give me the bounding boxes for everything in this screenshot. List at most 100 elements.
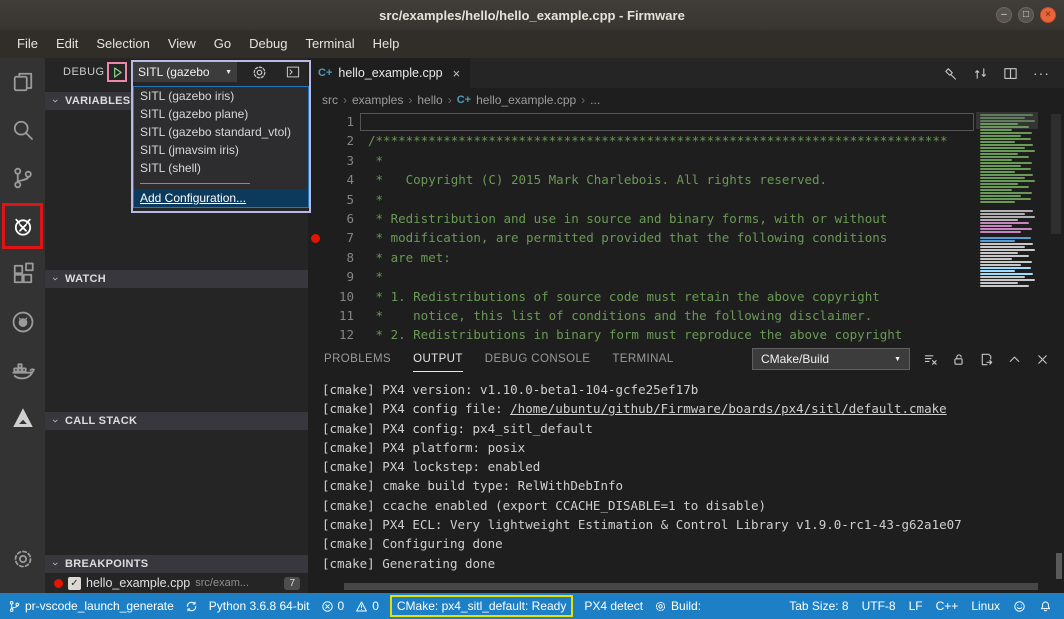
panel-tab-debug-console[interactable]: DEBUG CONSOLE xyxy=(485,347,591,372)
breakpoint-gutter[interactable] xyxy=(308,112,322,131)
menu-help[interactable]: Help xyxy=(364,30,409,58)
minimap-slider[interactable] xyxy=(976,112,1038,129)
menu-debug[interactable]: Debug xyxy=(240,30,296,58)
activity-source-control[interactable] xyxy=(0,154,45,202)
editor-tab[interactable]: C+ hello_example.cpp × xyxy=(308,58,470,88)
minimap-line xyxy=(980,216,1035,218)
breakpoint-gutter[interactable] xyxy=(308,306,322,325)
output-prefix: [cmake] xyxy=(322,478,375,493)
activity-search[interactable] xyxy=(0,106,45,154)
breakpoint-list-item[interactable]: ✓ hello_example.cpp src/exam... 7 xyxy=(45,573,308,593)
activity-debug[interactable] xyxy=(2,203,43,249)
menu-terminal[interactable]: Terminal xyxy=(296,30,363,58)
breakpoint-gutter[interactable] xyxy=(308,170,322,189)
tab-close-icon[interactable]: × xyxy=(453,66,461,81)
status-item-cmake-status[interactable]: CMake: px4_sitl_default: Ready xyxy=(390,595,573,617)
status-item-notifications[interactable] xyxy=(1039,600,1052,613)
status-item-eol[interactable]: LF xyxy=(909,599,923,613)
activity-docker[interactable] xyxy=(0,346,45,394)
breakpoint-gutter[interactable] xyxy=(308,267,322,286)
debug-configuration-select[interactable]: SITL (gazebo ▼ xyxy=(133,62,237,82)
minimize-button[interactable]: – xyxy=(996,7,1012,23)
dropdown-add-configuration[interactable]: Add Configuration... xyxy=(134,189,308,207)
status-item-python-version[interactable]: Python 3.6.8 64-bit xyxy=(209,599,310,613)
more-actions-icon[interactable]: ··· xyxy=(1033,65,1050,81)
breakpoint-checkbox[interactable]: ✓ xyxy=(68,577,81,590)
menu-view[interactable]: View xyxy=(159,30,205,58)
minimap-line xyxy=(980,150,1035,152)
dropdown-option[interactable]: SITL (gazebo plane) xyxy=(134,105,308,123)
code-text: * are met: xyxy=(354,248,451,267)
breakpoint-gutter[interactable] xyxy=(308,209,322,228)
breakpoint-gutter[interactable] xyxy=(308,228,322,247)
status-item-git-branch[interactable]: pr-vscode_launch_generate xyxy=(8,599,174,613)
menu-selection[interactable]: Selection xyxy=(87,30,158,58)
maximize-panel-icon[interactable] xyxy=(1007,352,1022,367)
panel-vertical-scrollbar[interactable] xyxy=(1056,553,1062,579)
breakpoint-gutter[interactable] xyxy=(308,190,322,209)
status-item-cmake-build[interactable]: Build: xyxy=(654,599,701,613)
dropdown-option[interactable]: SITL (gazebo standard_vtol) xyxy=(134,123,308,141)
code-editor[interactable]: 12/*************************************… xyxy=(308,112,1064,345)
synchronize-changes-icon[interactable] xyxy=(973,66,988,81)
menu-go[interactable]: Go xyxy=(205,30,240,58)
maximize-button[interactable]: □ xyxy=(1018,7,1034,23)
panel-tab-terminal[interactable]: TERMINAL xyxy=(612,347,673,372)
activity-github[interactable] xyxy=(0,298,45,346)
dropdown-option[interactable]: SITL (shell) xyxy=(134,159,308,177)
output-log[interactable]: [cmake] PX4 version: v1.10.0-beta1-104-g… xyxy=(308,373,1064,573)
status-item-warnings[interactable]: 0 xyxy=(355,599,379,613)
breadcrumb-item[interactable]: examples xyxy=(352,93,403,107)
section-call-stack[interactable]: › CALL STACK xyxy=(45,412,308,430)
open-log-file-icon[interactable] xyxy=(979,352,994,367)
status-item-px4-detect[interactable]: PX4 detect xyxy=(584,599,643,613)
status-item-language[interactable]: C++ xyxy=(936,599,959,613)
breakpoint-gutter[interactable] xyxy=(308,287,322,306)
breakpoint-gutter[interactable] xyxy=(308,325,322,344)
code-text: * Copyright (C) 2015 Mark Charlebois. Al… xyxy=(354,170,827,189)
panel-tab-output[interactable]: OUTPUT xyxy=(413,347,463,372)
menu-file[interactable]: File xyxy=(8,30,47,58)
status-item-encoding[interactable]: UTF-8 xyxy=(862,599,896,613)
minimap-line xyxy=(980,135,1021,137)
breadcrumb-item[interactable]: hello xyxy=(417,93,442,107)
panel-tab-problems[interactable]: PROBLEMS xyxy=(324,347,391,372)
output-line: [cmake] Configuring done xyxy=(322,534,1064,553)
breadcrumb-item[interactable]: src xyxy=(322,93,338,107)
configure-launch-gear-icon[interactable] xyxy=(251,64,268,81)
start-debugging-button[interactable] xyxy=(107,62,127,82)
breadcrumb-item[interactable]: ... xyxy=(590,93,600,107)
status-item-platform[interactable]: Linux xyxy=(971,599,1000,613)
chevron-down-icon: › xyxy=(49,560,61,568)
breadcrumb-item[interactable]: hello_example.cpp xyxy=(476,93,576,107)
panel-horizontal-scrollbar[interactable] xyxy=(344,583,1038,590)
minimap[interactable] xyxy=(976,112,1038,345)
dropdown-option[interactable]: SITL (gazebo iris) xyxy=(134,87,308,105)
breakpoint-gutter[interactable] xyxy=(308,151,322,170)
debug-console-button[interactable] xyxy=(282,64,304,81)
activity-manage[interactable] xyxy=(0,535,45,583)
breakpoint-gutter[interactable] xyxy=(308,131,322,150)
section-watch[interactable]: › WATCH xyxy=(45,270,308,288)
cpp-file-icon: C+ xyxy=(457,94,471,106)
activity-extensions[interactable] xyxy=(0,250,45,298)
menu-edit[interactable]: Edit xyxy=(47,30,87,58)
close-panel-icon[interactable] xyxy=(1035,352,1050,367)
status-item-sync[interactable] xyxy=(185,600,198,613)
output-channel-select[interactable]: CMake/Build ▼ xyxy=(752,348,910,370)
status-item-feedback[interactable] xyxy=(1013,600,1026,613)
activity-explorer[interactable] xyxy=(0,58,45,106)
editor-scrollbar[interactable] xyxy=(1038,112,1064,345)
scroll-lock-icon[interactable] xyxy=(951,352,966,367)
dropdown-option[interactable]: SITL (jmavsim iris) xyxy=(134,141,308,159)
breakpoint-gutter[interactable] xyxy=(308,248,322,267)
output-link[interactable]: /home/ubuntu/github/Firmware/boards/px4/… xyxy=(510,401,947,416)
status-item-errors[interactable]: 0 xyxy=(321,599,345,613)
status-item-tab-size[interactable]: Tab Size: 8 xyxy=(789,599,848,613)
activity-cmake[interactable] xyxy=(0,394,45,442)
clear-output-icon[interactable] xyxy=(923,352,938,367)
split-editor-icon[interactable] xyxy=(1003,66,1018,81)
section-breakpoints[interactable]: › BREAKPOINTS xyxy=(45,555,308,573)
close-button[interactable]: × xyxy=(1040,7,1056,23)
build-hammer-icon[interactable] xyxy=(943,66,958,81)
